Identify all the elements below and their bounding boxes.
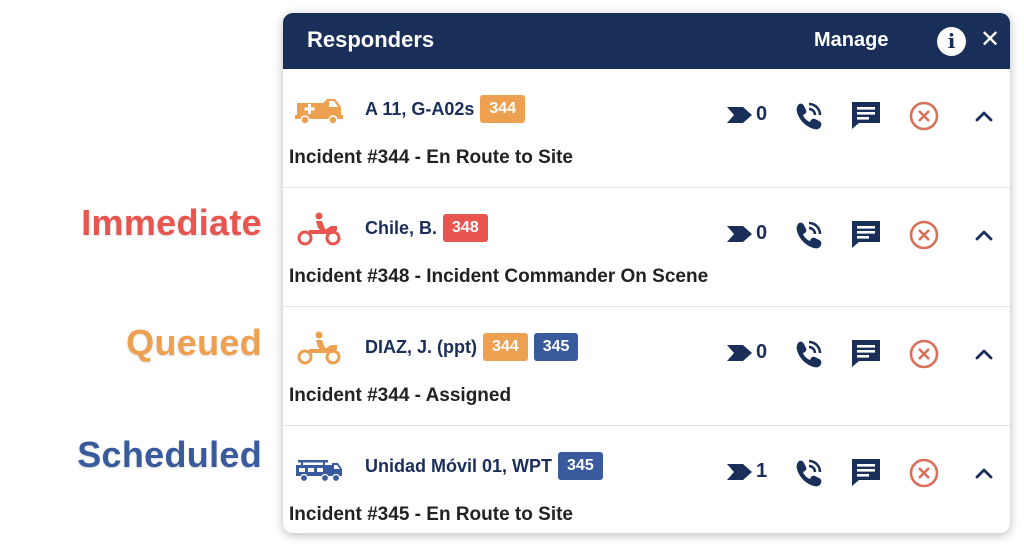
responder-status: Incident #344 - Assigned xyxy=(289,385,512,406)
queue-count-value: 1 xyxy=(756,460,768,482)
cancel-icon[interactable] xyxy=(907,456,941,490)
chat-icon[interactable] xyxy=(849,337,883,371)
responder-row[interactable]: A 11, G-A02s 344 0 Incident #344 - En Ro… xyxy=(283,69,1010,188)
chevron-up-icon[interactable] xyxy=(967,218,1001,252)
legend-queued: Queued xyxy=(126,322,262,363)
chat-icon[interactable] xyxy=(849,99,883,133)
phone-call-icon[interactable] xyxy=(791,99,825,133)
panel-header: Responders Manage i ✕ xyxy=(283,13,1010,69)
responder-status: Incident #345 - En Route to Site xyxy=(289,504,573,525)
incident-badge[interactable]: 348 xyxy=(443,214,488,242)
panel-title: Responders xyxy=(307,27,435,52)
queue-count-value: 0 xyxy=(756,222,768,244)
responder-row[interactable]: DIAZ, J. (ppt) 344 345 0 Incident #344 -… xyxy=(283,307,1010,426)
responder-status: Incident #348 - Incident Commander On Sc… xyxy=(289,266,709,287)
queue-count[interactable]: 0 xyxy=(727,341,767,364)
cancel-icon[interactable] xyxy=(907,99,941,133)
chat-icon[interactable] xyxy=(849,456,883,490)
responder-name: Unidad Móvil 01, WPT xyxy=(365,455,553,476)
responder-name: DIAZ, J. (ppt) xyxy=(365,336,477,357)
queue-count[interactable]: 0 xyxy=(727,222,767,245)
responder-row[interactable]: Unidad Móvil 01, WPT 345 1 Incident #345… xyxy=(283,426,1010,533)
incident-badge[interactable]: 344 xyxy=(480,95,526,123)
responder-name: A 11, G-A02s xyxy=(365,98,475,119)
queue-count[interactable]: 1 xyxy=(727,460,767,483)
responder-status: Incident #344 - En Route to Site xyxy=(289,147,573,168)
motorcycle-icon xyxy=(295,212,343,246)
responders-panel: Responders Manage i ✕ A 11, G-A02s 344 0 xyxy=(283,13,1010,533)
chevron-up-icon[interactable] xyxy=(967,337,1001,371)
incident-badge[interactable]: 344 xyxy=(482,333,528,361)
manage-button[interactable]: Manage xyxy=(814,29,888,52)
queue-count[interactable]: 0 xyxy=(727,103,767,126)
motorcycle-icon xyxy=(295,331,343,365)
chevron-tag-icon xyxy=(727,106,752,123)
close-icon[interactable]: ✕ xyxy=(980,25,1000,55)
chat-icon[interactable] xyxy=(849,218,883,252)
chevron-tag-icon xyxy=(727,225,752,242)
queue-count-value: 0 xyxy=(756,341,768,363)
ambulance-icon xyxy=(295,93,343,127)
chevron-tag-icon xyxy=(727,344,752,361)
chevron-up-icon[interactable] xyxy=(967,456,1001,490)
responder-name-line: Chile, B. 348 xyxy=(365,214,488,242)
responder-name-line: A 11, G-A02s 344 xyxy=(365,95,526,123)
chevron-tag-icon xyxy=(727,463,752,480)
responder-name-line: DIAZ, J. (ppt) 344 345 xyxy=(365,333,579,361)
incident-badge[interactable]: 345 xyxy=(558,452,603,480)
cancel-icon[interactable] xyxy=(907,218,941,252)
fire-truck-icon xyxy=(295,450,343,484)
cancel-icon[interactable] xyxy=(907,337,941,371)
info-icon[interactable]: i xyxy=(937,27,966,56)
responder-list: A 11, G-A02s 344 0 Incident #344 - En Ro… xyxy=(283,69,1010,533)
legend-scheduled: Scheduled xyxy=(77,434,262,475)
phone-call-icon[interactable] xyxy=(791,337,825,371)
incident-badge[interactable]: 345 xyxy=(533,333,579,361)
responder-name: Chile, B. xyxy=(365,217,438,238)
phone-call-icon[interactable] xyxy=(791,218,825,252)
chevron-up-icon[interactable] xyxy=(967,99,1001,133)
legend-immediate: Immediate xyxy=(81,202,262,243)
phone-call-icon[interactable] xyxy=(791,456,825,490)
responder-name-line: Unidad Móvil 01, WPT 345 xyxy=(365,452,603,480)
queue-count-value: 0 xyxy=(756,103,768,125)
responder-row[interactable]: Chile, B. 348 0 Incident #348 - Incident… xyxy=(283,188,1010,307)
